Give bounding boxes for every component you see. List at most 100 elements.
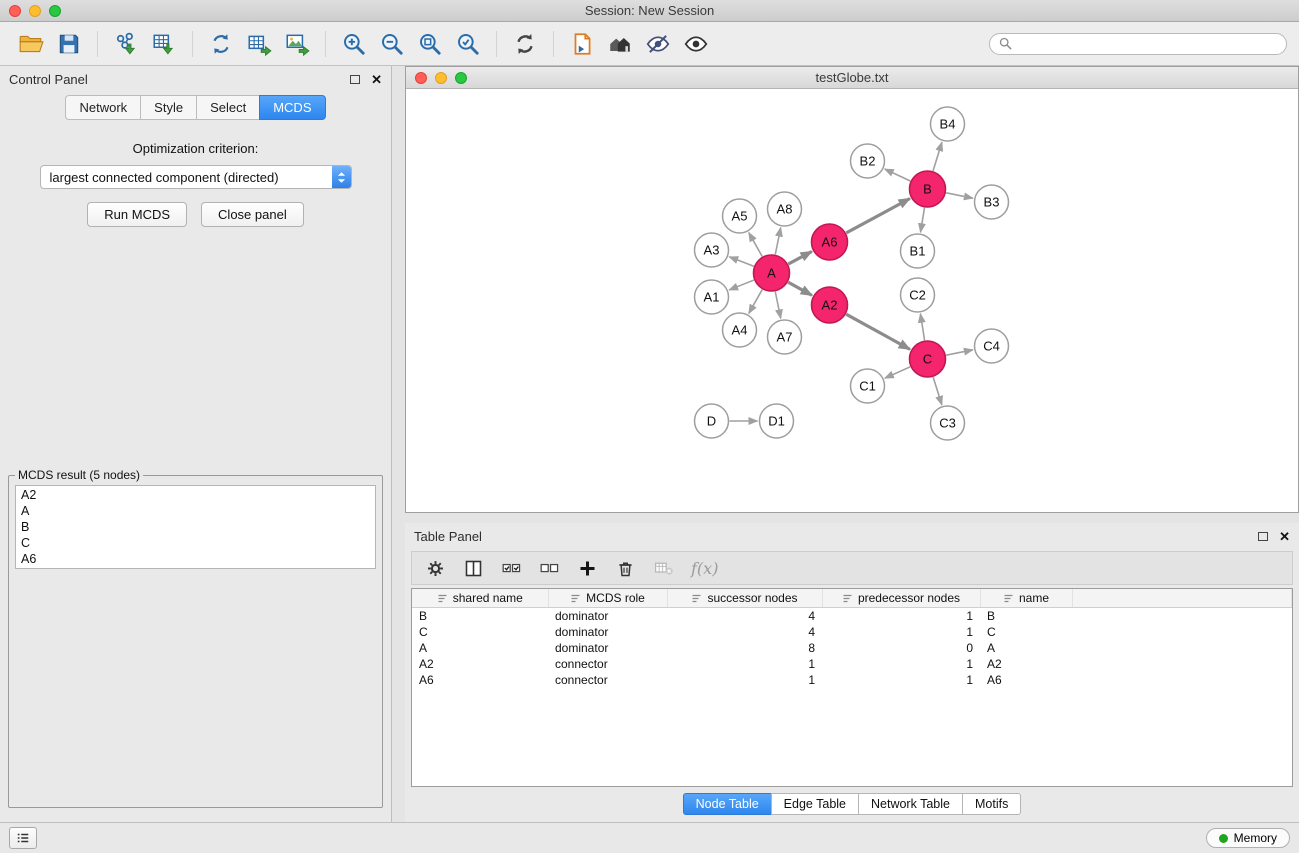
zoom-fit-icon	[417, 31, 443, 57]
mcds-result-item[interactable]: A6	[21, 551, 370, 567]
tab-node-table[interactable]: Node Table	[683, 793, 771, 815]
memory-button[interactable]: Memory	[1206, 828, 1290, 848]
graph-edge[interactable]	[788, 282, 812, 295]
unselect-all-button[interactable]	[539, 558, 560, 579]
graph-edge[interactable]	[775, 228, 780, 255]
table-settings-button[interactable]	[425, 558, 446, 579]
table-row[interactable]: A2connector11A2	[412, 656, 1292, 672]
table-row[interactable]: Bdominator41B	[412, 608, 1292, 625]
select-all-button[interactable]	[501, 558, 522, 579]
node-table-container[interactable]: shared name MCDS role successor nodes pr…	[411, 588, 1293, 787]
network-graph[interactable]: AA6A2BCA5A8A3A1A4A7B2B4B3B1C2C4C1C3DD1	[406, 89, 1298, 512]
table-row[interactable]: A6connector11A6	[412, 672, 1292, 688]
dropdown-stepper[interactable]	[332, 166, 351, 188]
zoom-out-icon	[379, 31, 405, 57]
mcds-result-list[interactable]: A2ABCA6	[15, 485, 376, 569]
column-header-name[interactable]: name	[980, 589, 1072, 608]
function-builder-button[interactable]: f(x)	[691, 559, 718, 578]
search-box	[989, 33, 1287, 55]
import-network-icon	[113, 31, 139, 57]
zoom-window-button[interactable]	[49, 5, 61, 17]
refresh-button[interactable]	[506, 27, 544, 61]
optimization-criterion-dropdown[interactable]: largest connected component (directed)	[40, 165, 352, 189]
table-cell: C	[412, 624, 548, 640]
graph-edge[interactable]	[729, 257, 754, 266]
close-panel-icon[interactable]: ✕	[371, 73, 382, 86]
search-input[interactable]	[1017, 36, 1277, 52]
graph-node-label: B1	[910, 244, 926, 259]
zoom-selected-button[interactable]	[449, 27, 487, 61]
table-row[interactable]: Adominator80A	[412, 640, 1292, 656]
table-cell: 4	[667, 624, 822, 640]
graph-edge[interactable]	[749, 233, 762, 257]
minimize-window-button[interactable]	[29, 5, 41, 17]
graph-edge[interactable]	[885, 367, 910, 378]
column-header-predecessor-nodes[interactable]: predecessor nodes	[822, 589, 980, 608]
run-mcds-button[interactable]: Run MCDS	[87, 202, 187, 227]
network-canvas[interactable]: AA6A2BCA5A8A3A1A4A7B2B4B3B1C2C4C1C3DD1	[406, 89, 1298, 512]
mcds-result-item[interactable]: A2	[21, 487, 370, 503]
delete-table-button-disabled	[653, 558, 674, 579]
tab-select[interactable]: Select	[196, 95, 259, 120]
graph-edge[interactable]	[749, 290, 762, 314]
zoom-network-window-button[interactable]	[455, 72, 467, 84]
export-image-button[interactable]	[278, 27, 316, 61]
zoom-in-button[interactable]	[335, 27, 373, 61]
show-graphics-button[interactable]	[677, 27, 715, 61]
export-image-icon	[284, 31, 310, 57]
first-neighbors-button[interactable]	[601, 27, 639, 61]
graph-edge[interactable]	[846, 314, 910, 349]
tab-motifs[interactable]: Motifs	[962, 793, 1021, 815]
delete-column-button[interactable]	[615, 558, 636, 579]
tab-edge-table[interactable]: Edge Table	[771, 793, 858, 815]
column-header-shared-name[interactable]: shared name	[412, 589, 548, 608]
column-header-mcds-role[interactable]: MCDS role	[548, 589, 667, 608]
right-column: testGlobe.txt AA6A2BCA5A8A3A1A4A7B2B4B3B…	[392, 66, 1299, 822]
add-column-button[interactable]	[577, 558, 598, 579]
table-cell: A	[980, 640, 1072, 656]
graph-edge[interactable]	[933, 142, 942, 171]
mcds-result-item[interactable]: A	[21, 503, 370, 519]
hide-graphics-button[interactable]	[639, 27, 677, 61]
table-cell-filler	[1072, 656, 1292, 672]
task-history-button[interactable]	[9, 827, 37, 849]
column-header-successor-nodes[interactable]: successor nodes	[667, 589, 822, 608]
graph-node-label: C3	[939, 416, 956, 431]
float-table-panel-icon[interactable]	[1258, 532, 1268, 541]
graph-edge[interactable]	[920, 314, 924, 340]
mcds-result-item[interactable]: C	[21, 535, 370, 551]
table-cell: A6	[412, 672, 548, 688]
float-panel-icon[interactable]	[350, 75, 360, 84]
graph-edge[interactable]	[933, 377, 942, 405]
import-table-button[interactable]	[145, 27, 183, 61]
close-table-panel-icon[interactable]: ✕	[1279, 530, 1290, 543]
open-session-button[interactable]	[12, 27, 50, 61]
close-window-button[interactable]	[9, 5, 21, 17]
tab-style[interactable]: Style	[140, 95, 196, 120]
mcds-result-item[interactable]: B	[21, 519, 370, 535]
graph-edge[interactable]	[946, 350, 973, 355]
save-session-button[interactable]	[50, 27, 88, 61]
export-table-button[interactable]	[240, 27, 278, 61]
tab-mcds[interactable]: MCDS	[259, 95, 325, 120]
clone-network-button[interactable]	[202, 27, 240, 61]
show-columns-button[interactable]	[463, 558, 484, 579]
graph-node-label: A1	[704, 290, 720, 305]
graph-edge[interactable]	[729, 280, 754, 290]
tab-network[interactable]: Network	[65, 95, 140, 120]
graph-edge[interactable]	[946, 193, 973, 198]
network-file-button[interactable]	[563, 27, 601, 61]
graph-edge[interactable]	[788, 251, 812, 264]
graph-edge[interactable]	[846, 199, 910, 233]
import-network-button[interactable]	[107, 27, 145, 61]
minimize-network-window-button[interactable]	[435, 72, 447, 84]
table-row[interactable]: Cdominator41C	[412, 624, 1292, 640]
zoom-fit-button[interactable]	[411, 27, 449, 61]
close-panel-button[interactable]: Close panel	[201, 202, 304, 227]
zoom-out-button[interactable]	[373, 27, 411, 61]
graph-edge[interactable]	[921, 208, 925, 232]
graph-edge[interactable]	[885, 169, 911, 181]
tab-network-table[interactable]: Network Table	[858, 793, 962, 815]
close-network-window-button[interactable]	[415, 72, 427, 84]
graph-edge[interactable]	[775, 292, 780, 319]
